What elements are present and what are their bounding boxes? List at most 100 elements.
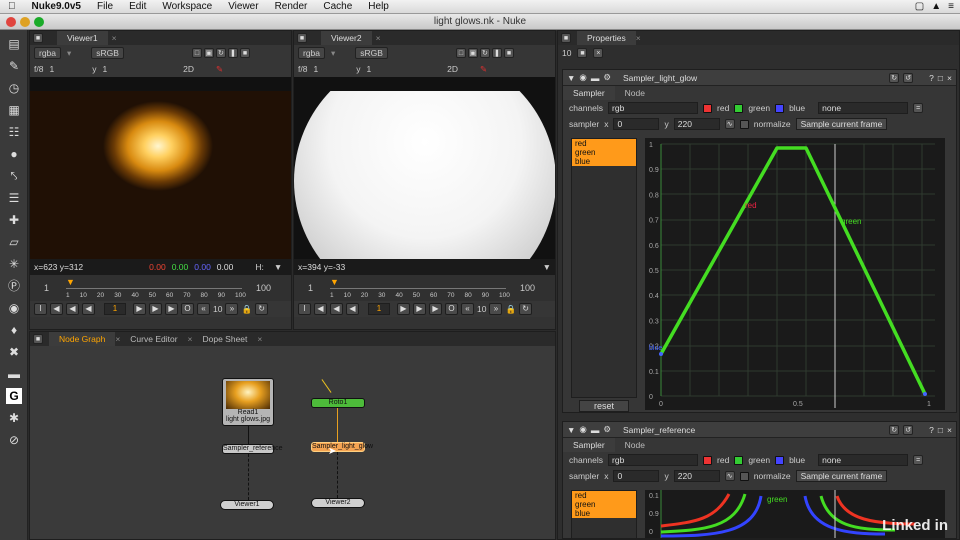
tab-sampler[interactable]: Sampler (563, 86, 615, 100)
first-frame-button[interactable]: ◀ (50, 303, 63, 315)
metadata-nodes-icon[interactable]: ♦ (6, 322, 22, 338)
tab-node[interactable]: Node (615, 438, 655, 452)
view-mode-dropdown[interactable]: 2D (183, 64, 194, 74)
tab-properties[interactable]: Properties (577, 31, 636, 45)
stop-icon[interactable]: ■ (503, 48, 514, 58)
playhead-icon[interactable]: ▼ (330, 277, 339, 287)
sampler-x-field[interactable]: 0 (613, 470, 660, 482)
gain-value[interactable]: 1 (313, 64, 318, 74)
step-value[interactable]: 10 (477, 304, 486, 314)
float-icon[interactable]: □ (938, 73, 943, 83)
tab-node[interactable]: Node (615, 86, 655, 100)
collapse-icon[interactable]: ▼ (567, 73, 575, 83)
viewer2-node[interactable]: Viewer2 (311, 498, 365, 508)
tab-viewer2[interactable]: Viewer2 (321, 31, 372, 45)
close-window-button[interactable] (6, 17, 16, 27)
wrench-icon[interactable]: ⚙ (603, 424, 611, 435)
fstop-label[interactable]: f/8 (34, 64, 43, 74)
compare-icon[interactable]: ▣ (203, 48, 214, 58)
last-frame-button[interactable]: ▶ (165, 303, 178, 315)
help-icon[interactable]: ? (929, 425, 934, 435)
curve-point[interactable] (923, 392, 927, 396)
viewer1-image[interactable] (30, 91, 291, 259)
read1-node[interactable]: Read1 light glows.jpg (222, 378, 274, 426)
tab-dope-sheet[interactable]: Dope Sheet (193, 332, 258, 346)
collapse-icon[interactable]: ▼ (567, 425, 575, 435)
float-icon[interactable]: □ (938, 425, 943, 435)
lock-icon[interactable]: 🔒 (241, 304, 252, 315)
curve-icon[interactable]: ∿ (724, 471, 735, 481)
transform-nodes-icon[interactable]: ✚ (6, 212, 22, 228)
nuke-logo-icon[interactable]: ⊘ (6, 432, 22, 448)
menu-viewer[interactable]: Viewer (220, 1, 266, 12)
in-point-button[interactable]: I (34, 303, 47, 315)
toolsets-icon[interactable]: ✖ (6, 344, 22, 360)
menu-workspace[interactable]: Workspace (154, 1, 220, 12)
pane-menu-icon[interactable]: ■ (561, 33, 571, 43)
in-point-button[interactable]: I (298, 303, 311, 315)
blue-checkbox[interactable] (775, 455, 785, 465)
alpha-channel-dropdown[interactable]: none (818, 454, 909, 466)
step-forward-button[interactable]: » (489, 303, 503, 315)
menu-help[interactable]: Help (360, 1, 397, 12)
pause-icon[interactable]: ❚ (227, 48, 238, 58)
refresh-icon[interactable]: ↻ (479, 48, 490, 58)
tab-curve-editor[interactable]: Curve Editor (120, 332, 187, 346)
node-name-field[interactable]: Sampler_reference (623, 425, 695, 435)
frame-field[interactable]: 1 (104, 303, 126, 315)
roi-icon[interactable]: □ (191, 48, 202, 58)
tab-node-graph[interactable]: Node Graph (49, 332, 116, 346)
sampler-y-field[interactable]: 220 (673, 470, 720, 482)
minimize-window-button[interactable] (20, 17, 30, 27)
pause-icon[interactable]: ❚ (491, 48, 502, 58)
node-name-field[interactable]: Sampler_light_glow (623, 73, 697, 83)
curve-point[interactable] (659, 352, 663, 356)
menu-render[interactable]: Render (267, 1, 316, 12)
roto1-node[interactable]: Roto1 (311, 398, 365, 408)
other-nodes-icon[interactable]: ▬ (6, 366, 22, 382)
next-key-button[interactable]: ▶ (149, 303, 162, 315)
tab-sampler[interactable]: Sampler (563, 438, 615, 452)
menu-edit[interactable]: Edit (121, 1, 154, 12)
curve-channel-list[interactable]: red green blue (571, 138, 637, 398)
sampler-curve-graph[interactable]: 10.90.80.70.60.50.40.30.20.10 0 0.5 1 re… (645, 138, 945, 410)
channels-dropdown[interactable]: rgb (608, 102, 699, 114)
playhead-icon[interactable]: ▼ (66, 277, 75, 287)
menu-file[interactable]: File (89, 1, 121, 12)
timeline-ruler[interactable] (66, 281, 242, 289)
alpha-channel-dropdown[interactable]: none (818, 102, 909, 114)
list-item-red[interactable]: red (572, 491, 636, 500)
draw-nodes-icon[interactable]: ✎ (6, 58, 22, 74)
sample-current-frame-button[interactable]: Sample current frame (795, 470, 888, 482)
roi-icon[interactable]: □ (455, 48, 466, 58)
red-checkbox[interactable] (703, 103, 713, 113)
list-item-green[interactable]: green (572, 500, 636, 509)
play-back-button[interactable]: ◀ (82, 303, 95, 315)
channels-dropdown[interactable]: rgb (608, 454, 699, 466)
dock-icon[interactable]: ◉ (579, 424, 586, 435)
furnace-icon[interactable]: ✱ (6, 410, 22, 426)
pane-menu-icon[interactable]: ■ (33, 33, 43, 43)
pane-menu-icon[interactable]: ■ (33, 334, 43, 344)
red-checkbox[interactable] (703, 455, 713, 465)
filter-nodes-icon[interactable]: ● (6, 146, 22, 162)
step-back-button[interactable]: « (197, 303, 210, 315)
menu-cache[interactable]: Cache (315, 1, 360, 12)
views-nodes-icon[interactable]: ◉ (6, 300, 22, 316)
curve-channel-list[interactable]: red green blue (571, 490, 637, 538)
close-tab-icon[interactable]: × (636, 33, 641, 43)
list-item-blue[interactable]: blue (572, 157, 636, 166)
fstop-label[interactable]: f/8 (298, 64, 307, 74)
tab-viewer1[interactable]: Viewer1 (57, 31, 108, 45)
normalize-checkbox[interactable] (739, 471, 749, 481)
step-forward-button[interactable]: » (225, 303, 239, 315)
reset-button[interactable]: reset (579, 400, 629, 412)
lut-dropdown[interactable]: sRGB (91, 47, 124, 59)
undo-icon[interactable]: ↺ (903, 72, 914, 83)
blue-checkbox[interactable] (775, 103, 785, 113)
lock-panels-icon[interactable]: ■ (577, 48, 588, 58)
play-button[interactable]: ▶ (397, 303, 410, 315)
clear-panels-icon[interactable]: × (593, 48, 604, 58)
timeline-ruler[interactable] (330, 281, 506, 289)
time-nodes-icon[interactable]: ◷ (6, 80, 22, 96)
